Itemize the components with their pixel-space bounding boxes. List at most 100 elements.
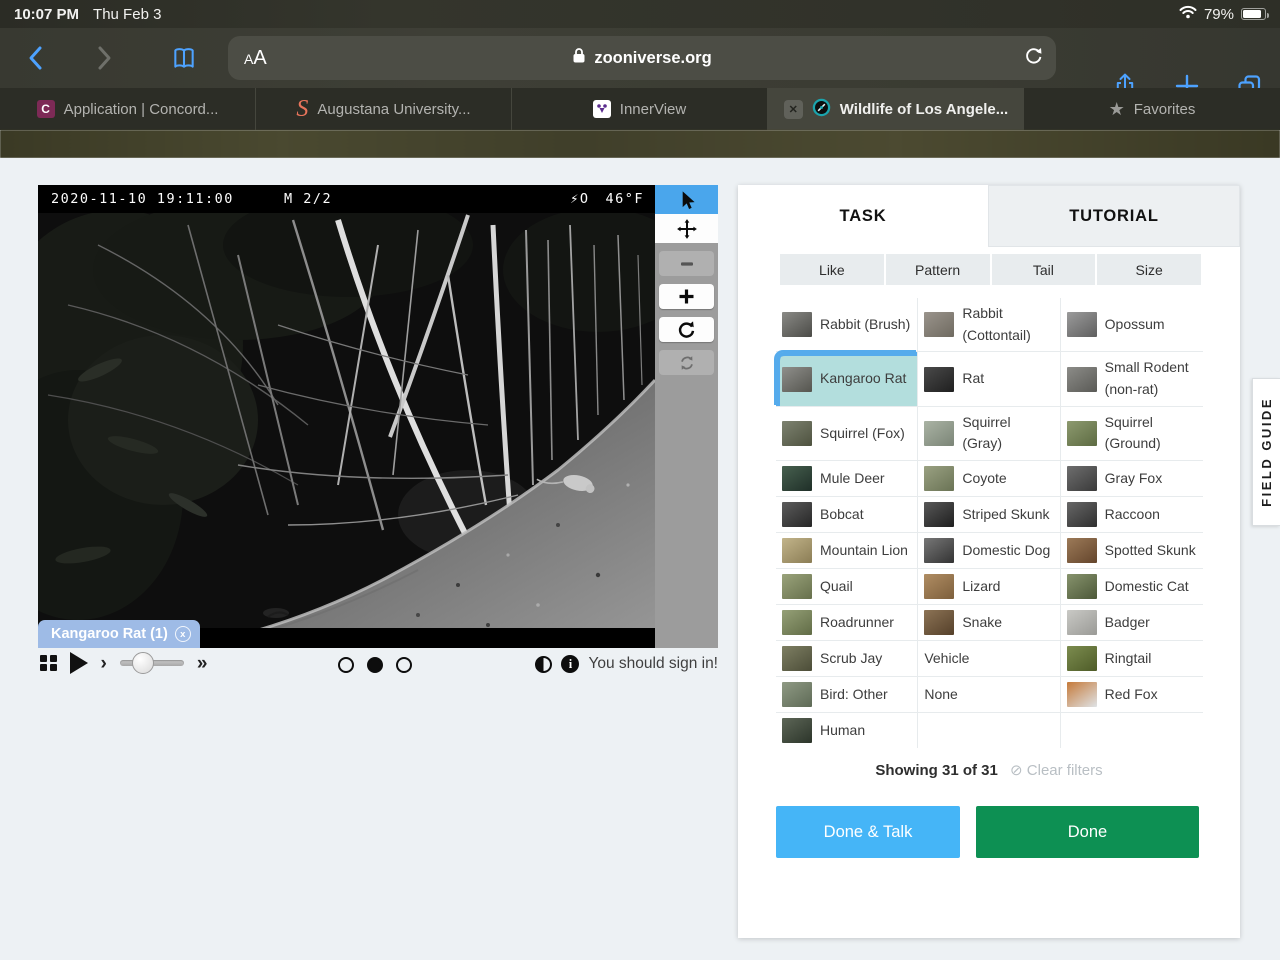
filter-tail[interactable]: Tail xyxy=(991,254,1096,285)
animal-thumbnail xyxy=(1066,366,1097,392)
animal-option[interactable]: Rabbit (Cottontail) xyxy=(918,298,1061,353)
field-guide-tab[interactable]: FIELD GUIDE xyxy=(1252,378,1280,526)
animal-option[interactable]: None xyxy=(918,677,1061,714)
done-and-talk-button[interactable]: Done & Talk xyxy=(776,806,960,859)
reset-view-button[interactable] xyxy=(659,350,714,375)
animal-option[interactable]: Gray Fox xyxy=(1060,461,1203,498)
animal-option[interactable]: Squirrel (Ground) xyxy=(1060,406,1203,462)
animal-label: Roadrunner xyxy=(820,613,894,630)
animal-label: Striped Skunk xyxy=(962,505,1050,522)
animal-option[interactable]: Small Rodent (non-rat) xyxy=(1060,352,1203,407)
frame-dot-1[interactable] xyxy=(338,657,354,673)
tab-tutorial[interactable]: TUTORIAL xyxy=(988,185,1240,247)
animal-option[interactable]: Coyote xyxy=(918,461,1061,498)
animal-thumbnail xyxy=(782,574,812,600)
animal-thumbnail xyxy=(782,538,812,564)
frame-dot-2-active[interactable] xyxy=(367,657,383,673)
animal-option[interactable]: Domestic Dog xyxy=(918,533,1061,570)
animal-label: None xyxy=(924,685,958,702)
animal-option[interactable]: Squirrel (Fox) xyxy=(776,406,919,462)
animal-option[interactable]: Scrub Jay xyxy=(776,641,919,678)
done-button[interactable]: Done xyxy=(976,806,1199,859)
browser-tab-application[interactable]: C Application | Concord... xyxy=(0,88,256,130)
animal-option[interactable]: Quail xyxy=(776,569,919,606)
bookmarks-icon[interactable] xyxy=(162,36,206,80)
browser-tab-favorites[interactable]: ★ Favorites xyxy=(1024,88,1280,130)
animal-option[interactable]: Roadrunner xyxy=(776,605,919,642)
animal-thumbnail xyxy=(924,502,955,528)
camera-trap-photo[interactable]: 2020-11-10 19:11:00 M 2/2 ⚡O 46°F Kangar… xyxy=(38,185,655,648)
browser-toolbar: AA zooniverse.org xyxy=(0,28,1280,98)
close-tab-icon[interactable]: ✕ xyxy=(783,99,803,119)
animal-option[interactable]: Ringtail xyxy=(1060,641,1203,678)
browser-tab-wildlife-active[interactable]: ✕ Wildlife of Los Angele... xyxy=(768,88,1024,130)
animal-option[interactable]: Mule Deer xyxy=(776,461,919,498)
date: Thu Feb 3 xyxy=(93,5,162,23)
animal-option[interactable]: Lizard xyxy=(918,569,1061,606)
thumbnail-grid-icon[interactable] xyxy=(40,654,57,672)
rotate-button[interactable] xyxy=(659,317,714,342)
move-tool-button[interactable] xyxy=(655,214,718,243)
animal-label: Bobcat xyxy=(820,505,864,522)
animal-option[interactable]: Raccoon xyxy=(1060,497,1203,534)
field-guide-label: FIELD GUIDE xyxy=(1259,397,1274,507)
animal-option[interactable]: Striped Skunk xyxy=(918,497,1061,534)
animal-thumbnail xyxy=(1066,502,1097,528)
animal-option[interactable]: Human xyxy=(776,713,919,749)
fast-forward-icon[interactable]: » xyxy=(197,654,208,673)
remove-annotation-icon[interactable]: x xyxy=(174,626,191,642)
animal-label: Small Rodent (non-rat) xyxy=(1104,359,1189,398)
forward-button[interactable] xyxy=(82,36,126,80)
animal-option[interactable]: Vehicle xyxy=(918,641,1061,678)
step-forward-icon[interactable]: › xyxy=(101,654,107,673)
battery-percent: 79% xyxy=(1203,5,1234,23)
filter-row: Like Pattern Tail Size xyxy=(780,254,1201,285)
animal-option[interactable]: Domestic Cat xyxy=(1060,569,1203,606)
slider-knob[interactable] xyxy=(131,652,154,674)
results-summary: Showing 31 of 31 ⊘ Clear filters xyxy=(738,761,1240,779)
playback-speed-slider[interactable] xyxy=(119,652,184,674)
annotation-label-pill[interactable]: Kangaroo Rat (1) x xyxy=(38,620,200,648)
animal-option[interactable]: Snake xyxy=(918,605,1061,642)
animal-option[interactable]: Mountain Lion xyxy=(776,533,919,570)
project-banner-strip xyxy=(0,130,1280,158)
script-s-icon: S xyxy=(296,96,309,122)
filter-like[interactable]: Like xyxy=(780,254,884,285)
animal-label: Vehicle xyxy=(924,649,970,666)
reload-button[interactable] xyxy=(1023,45,1044,71)
address-bar[interactable]: AA zooniverse.org xyxy=(228,36,1056,80)
animal-option[interactable]: Bird: Other xyxy=(776,677,919,714)
browser-tab-innerview[interactable]: InnerView xyxy=(512,88,768,130)
play-button[interactable] xyxy=(69,652,88,674)
info-icon[interactable]: i xyxy=(561,655,580,673)
zoom-out-button[interactable] xyxy=(659,251,714,276)
animal-option[interactable]: Spotted Skunk xyxy=(1060,533,1203,570)
tab-task[interactable]: TASK xyxy=(738,185,988,247)
animal-option[interactable]: Badger xyxy=(1060,605,1203,642)
animal-option[interactable]: Kangaroo Rat xyxy=(776,352,919,407)
animal-option[interactable]: Rat xyxy=(918,352,1061,407)
filter-size[interactable]: Size xyxy=(1097,254,1201,285)
animal-label: Mule Deer xyxy=(820,469,885,486)
animal-label: Bird: Other xyxy=(820,685,888,702)
reader-view-button[interactable]: AA xyxy=(244,47,267,70)
clear-filters-link[interactable]: ⊘ Clear filters xyxy=(1010,762,1103,779)
camera-temperature: 46°F xyxy=(605,191,644,207)
browser-tab-augustana[interactable]: S Augustana University... xyxy=(256,88,512,130)
animal-label: Rat xyxy=(962,370,985,387)
animal-option[interactable]: Opossum xyxy=(1060,298,1203,353)
animal-option[interactable]: Red Fox xyxy=(1060,677,1203,714)
zoom-in-button[interactable] xyxy=(659,284,714,309)
animal-choice-grid: Rabbit (Brush) Rabbit (Cottontail) Oposs… xyxy=(776,298,1203,749)
animal-option[interactable]: Bobcat xyxy=(776,497,919,534)
innerview-logo-icon xyxy=(592,100,611,118)
animal-option[interactable]: Rabbit (Brush) xyxy=(776,298,919,353)
frame-dot-3[interactable] xyxy=(396,657,412,673)
invert-colors-icon[interactable] xyxy=(535,655,553,673)
animal-thumbnail xyxy=(782,682,812,708)
filter-pattern[interactable]: Pattern xyxy=(885,254,990,285)
back-button[interactable] xyxy=(14,36,58,80)
annotate-pointer-button[interactable] xyxy=(655,185,718,214)
animal-option[interactable]: Squirrel (Gray) xyxy=(918,406,1061,462)
animal-label: Snake xyxy=(962,613,1003,630)
